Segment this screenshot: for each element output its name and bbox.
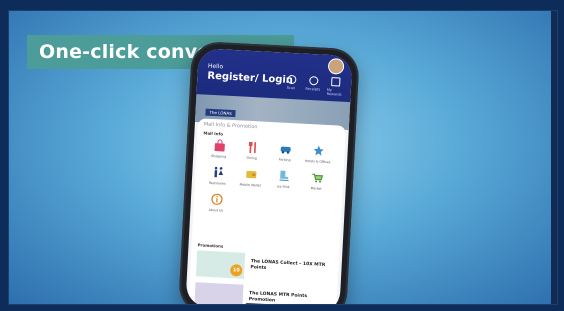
wallet-icon [245,170,256,179]
restroom-icon [213,166,223,178]
tile-label: Shopping [211,153,227,159]
tile-shopping[interactable]: Shopping [202,138,236,159]
promotion-badge: 10 [229,264,243,277]
rewards-button[interactable]: My Rewards [327,77,344,97]
avatar[interactable] [327,57,345,75]
mall-info-subtitle: Mall Info [203,130,224,137]
tile-dining[interactable]: Dining [235,140,269,161]
promotions-subtitle: Promotions [197,242,224,249]
promotion-item[interactable]: The LONAS MTR Points Promotion [194,282,331,304]
header-actions: Scan Receipts My Rewards [283,74,344,97]
tile-label: About Us [208,207,224,213]
promotion-thumbnail: 10 [195,250,246,279]
shopping-cart-icon [311,173,323,183]
promotion-thumbnail [194,282,244,304]
tile-label: Parking [278,157,291,163]
scan-label: Scan [286,85,296,91]
tile-label: Restrooms [208,180,226,186]
scan-button[interactable]: Scan [283,74,300,95]
receipts-button[interactable]: Receipts [305,75,322,96]
mall-info-card: Mall Info & Promotion Mall Info Shopping… [188,118,346,304]
dining-icon [248,141,256,154]
register-login-link[interactable]: Register/ Login [207,71,293,86]
promotion-title: The LONAS Collect – 10X MTR Points [250,259,326,271]
star-icon [313,145,324,156]
tile-label: Ice Rink [276,184,290,190]
tile-label: Mobile Wallet [239,182,262,188]
tile-label: Market [310,186,322,191]
info-icon [210,193,223,205]
ice-rink-icon [279,170,289,181]
mall-info-grid: Shopping Dining Parking Hotels & Offices [199,138,335,218]
tile-mobile-wallet[interactable]: Mobile Wallet [234,167,268,188]
section-title: Mall Info & Promotion [203,121,258,131]
phone-mockup: Hello Register/ Login Scan Receipts My R… [177,40,361,304]
tile-restrooms[interactable]: Restrooms [201,165,235,186]
scan-icon [286,74,297,85]
rewards-label: My Rewards [326,87,342,97]
tile-label: Dining [246,155,257,161]
shopping-bag-icon [214,139,225,152]
tile-label: Hotels & Offices [304,158,331,165]
video-frame: One-click convenience Hello Register/ Lo… [8,10,558,305]
promotion-item[interactable]: 10 The LONAS Collect – 10X MTR Points [195,250,333,283]
greeting-text: Hello [207,62,224,71]
gift-icon [330,77,341,87]
tile-market[interactable]: Market [300,171,334,192]
tile-about-us[interactable]: About Us [199,192,233,213]
phone-screen: Hello Register/ Login Scan Receipts My R… [185,48,353,304]
chat-icon [308,75,319,86]
tile-parking[interactable]: Parking [268,142,302,163]
tile-hotels-offices[interactable]: Hotels & Offices [301,144,335,165]
banner-tag: The LONAS [205,108,236,118]
frame-edge [551,11,557,304]
tile-ice-rink[interactable]: Ice Rink [267,169,301,190]
receipts-label: Receipts [305,86,321,92]
car-icon [280,146,291,154]
